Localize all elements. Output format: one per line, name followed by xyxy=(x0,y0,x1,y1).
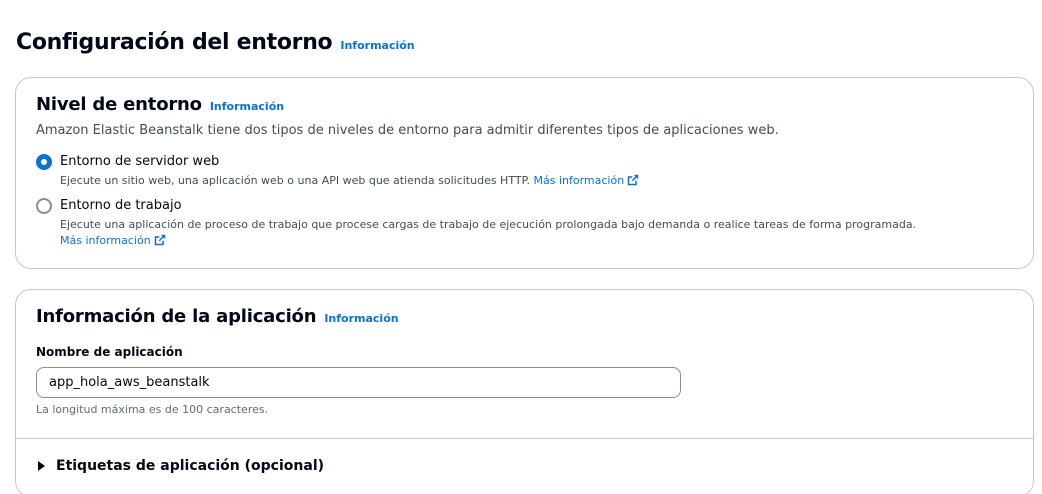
page-header: Configuración del entorno Información xyxy=(16,30,415,55)
application-info-title: Información de la aplicación xyxy=(36,306,317,327)
environment-tier-title: Nivel de entorno xyxy=(36,94,202,115)
web-server-learn-more-label[interactable]: Más información xyxy=(534,174,625,187)
external-link-icon xyxy=(154,234,166,251)
radio-worker-text: Entorno de trabajo Ejecute una aplicació… xyxy=(60,197,940,251)
radio-web-server-label[interactable]: Entorno de servidor web xyxy=(60,153,940,171)
application-tags-label[interactable]: Etiquetas de aplicación (opcional) xyxy=(56,458,324,474)
page-title: Configuración del entorno xyxy=(16,30,333,55)
environment-tier-description: Amazon Elastic Beanstalk tiene dos tipos… xyxy=(36,123,779,138)
radio-web-server[interactable] xyxy=(36,154,52,170)
radio-worker-description: Ejecute una aplicación de proceso de tra… xyxy=(60,217,940,251)
external-link-icon xyxy=(627,174,639,191)
application-info-info-link[interactable]: Información xyxy=(324,312,398,325)
radio-worker-label[interactable]: Entorno de trabajo xyxy=(60,197,940,215)
radio-option-web-server[interactable]: Entorno de servidor web Ejecute un sitio… xyxy=(36,153,940,191)
environment-tier-header: Nivel de entorno Información xyxy=(36,94,284,115)
radio-worker-description-text: Ejecute una aplicación de proceso de tra… xyxy=(60,218,917,231)
radio-option-worker[interactable]: Entorno de trabajo Ejecute una aplicació… xyxy=(36,197,940,251)
radio-web-server-description-text: Ejecute un sitio web, una aplicación web… xyxy=(60,174,530,187)
application-tags-expander[interactable]: Etiquetas de aplicación (opcional) xyxy=(38,458,324,474)
web-server-learn-more-link[interactable]: Más información xyxy=(534,174,640,187)
page-info-link[interactable]: Información xyxy=(340,39,414,52)
application-name-input[interactable] xyxy=(36,367,681,398)
environment-tier-panel: Nivel de entorno Información Amazon Elas… xyxy=(15,77,1034,269)
radio-web-server-description: Ejecute un sitio web, una aplicación web… xyxy=(60,173,940,191)
application-info-header: Información de la aplicación Información xyxy=(36,306,399,327)
divider xyxy=(16,438,1033,439)
radio-web-server-text: Entorno de servidor web Ejecute un sitio… xyxy=(60,153,940,191)
application-name-hint: La longitud máxima es de 100 caracteres. xyxy=(36,403,269,416)
page: Configuración del entorno Información Ni… xyxy=(0,0,1042,494)
radio-worker[interactable] xyxy=(36,198,52,214)
application-name-label: Nombre de aplicación xyxy=(36,345,183,359)
caret-right-icon xyxy=(38,461,45,471)
environment-tier-info-link[interactable]: Información xyxy=(210,100,284,113)
worker-learn-more-link[interactable]: Más información xyxy=(60,234,166,247)
application-info-panel: Información de la aplicación Información… xyxy=(15,289,1034,494)
worker-learn-more-label[interactable]: Más información xyxy=(60,234,151,247)
